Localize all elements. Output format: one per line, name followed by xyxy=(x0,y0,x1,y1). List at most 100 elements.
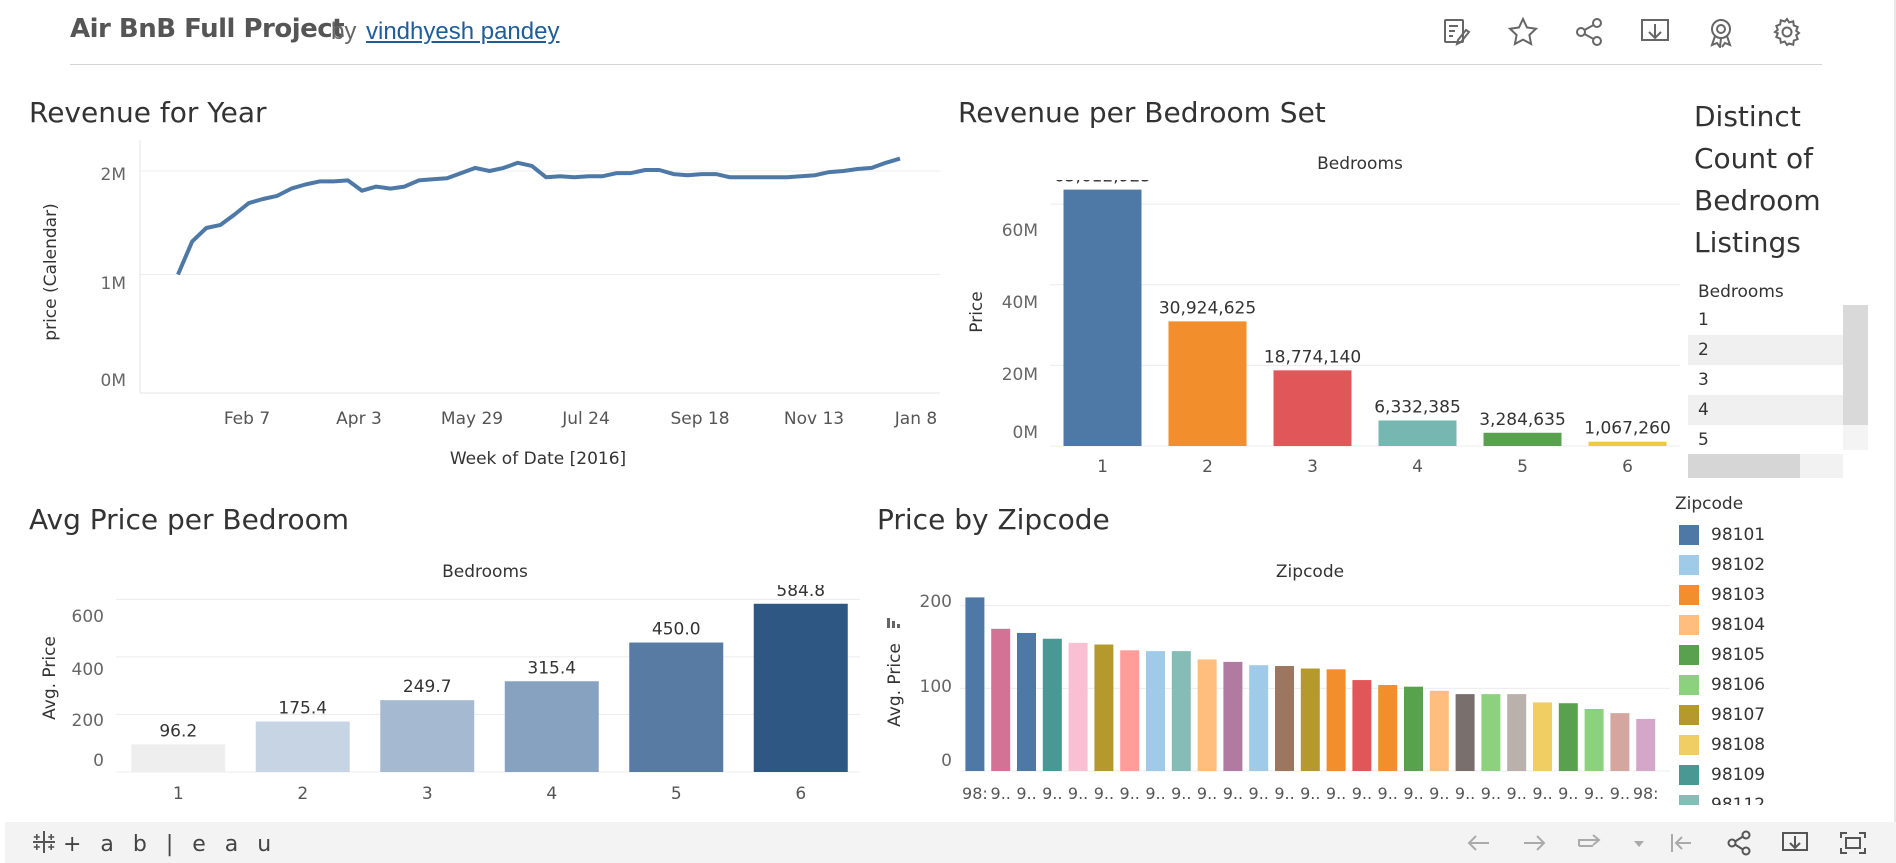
star-icon[interactable] xyxy=(1507,16,1539,48)
bar[interactable] xyxy=(629,642,724,772)
bar[interactable] xyxy=(1533,702,1552,771)
zipcode-legend[interactable]: 98101 98102 98103 98104 98105 98106 98107 98108… xyxy=(1677,520,1817,805)
bar[interactable] xyxy=(965,597,985,771)
download-icon[interactable] xyxy=(1639,16,1671,48)
scrollbar-thumb[interactable] xyxy=(1843,305,1868,425)
redo-icon[interactable] xyxy=(1520,830,1548,856)
avg-price-chart[interactable]: 600 400 200 0 Avg. Price 96.2 1 175.4 2 249.… xyxy=(0,585,860,810)
y-axis-title: price (Calendar) xyxy=(41,203,61,340)
bar[interactable] xyxy=(380,700,475,772)
x-tick-label: 4 xyxy=(1412,457,1423,477)
horizontal-scrollbar[interactable] xyxy=(1688,454,1843,478)
x-tick-label: 9.. xyxy=(1610,784,1630,803)
tableau-logo-icon xyxy=(31,829,57,860)
legend-item[interactable]: 98109 xyxy=(1677,760,1817,790)
bar[interactable] xyxy=(1429,690,1449,771)
bar[interactable] xyxy=(1063,189,1142,446)
bar[interactable] xyxy=(1168,321,1247,446)
share-icon[interactable] xyxy=(1725,830,1753,856)
bar[interactable] xyxy=(991,628,1011,771)
x-tick-label: 9.. xyxy=(1171,784,1191,803)
undo-icon[interactable] xyxy=(1465,830,1493,856)
bar[interactable] xyxy=(1042,638,1062,771)
bar[interactable] xyxy=(131,744,226,772)
y-tick-label: 20M xyxy=(1002,365,1038,385)
bar[interactable] xyxy=(1455,694,1475,771)
revenue-year-chart[interactable]: 2M 1M 0M Feb 7 Apr 3 May 29 Jul 24 Sep 1… xyxy=(0,140,950,480)
bar[interactable] xyxy=(1352,680,1372,771)
vertical-scrollbar[interactable] xyxy=(1843,305,1868,450)
x-tick-label: 9.. xyxy=(1223,784,1243,803)
gear-icon[interactable] xyxy=(1771,16,1803,48)
bar[interactable] xyxy=(1404,686,1423,771)
avg-price-column-header: Bedrooms xyxy=(442,562,528,582)
award-icon[interactable] xyxy=(1705,16,1737,50)
list-item[interactable]: 2 xyxy=(1688,335,1844,365)
distinct-list[interactable]: 1 2 3 4 5 xyxy=(1688,305,1844,450)
bar[interactable] xyxy=(1378,685,1398,771)
reset-icon[interactable] xyxy=(1667,830,1695,856)
bar[interactable] xyxy=(1068,642,1088,771)
y-tick-label: 0M xyxy=(1013,423,1038,443)
zipcode-chart[interactable]: 200 100 0 Avg. Price 98: 9.. 9.. 9.. 9.. 9.. 9… xyxy=(870,585,1670,810)
bar[interactable] xyxy=(1275,666,1294,771)
bar[interactable] xyxy=(753,603,848,772)
bar[interactable] xyxy=(1558,703,1578,771)
download-icon[interactable] xyxy=(1781,830,1809,856)
bar[interactable] xyxy=(1120,650,1140,771)
fullscreen-icon[interactable] xyxy=(1839,830,1867,856)
bar[interactable] xyxy=(1146,651,1165,771)
line-gridlines xyxy=(140,170,940,276)
revenue-bedroom-chart[interactable]: 60M 40M 20M 0M Price 63,612,925 1 30,924,6… xyxy=(950,180,1680,480)
bar[interactable] xyxy=(1326,669,1346,771)
legend-item[interactable]: 98112 xyxy=(1677,790,1817,805)
x-tick-label: 5 xyxy=(1517,457,1528,477)
bar[interactable] xyxy=(1094,644,1114,771)
bar-value-label: 18,774,140 xyxy=(1264,347,1361,367)
bar[interactable] xyxy=(1481,694,1501,771)
tableau-logo[interactable]: + a b | e a u xyxy=(31,829,277,860)
bar[interactable] xyxy=(1197,659,1217,771)
x-tick-label: 4 xyxy=(546,784,557,804)
legend-item[interactable]: 98106 xyxy=(1677,670,1817,700)
x-axis-title: Week of Date [2016] xyxy=(450,449,626,469)
scrollbar-thumb[interactable] xyxy=(1688,454,1800,478)
bar[interactable] xyxy=(1610,713,1630,771)
legend-item[interactable]: 98107 xyxy=(1677,700,1817,730)
list-item[interactable]: 1 xyxy=(1688,305,1844,335)
list-item[interactable]: 5 xyxy=(1688,425,1844,450)
legend-swatch xyxy=(1679,705,1699,725)
revert-icon[interactable] xyxy=(1575,830,1603,856)
bar[interactable] xyxy=(1017,632,1036,771)
revenue-series-line[interactable] xyxy=(176,156,901,276)
bar[interactable] xyxy=(1584,709,1604,771)
bar[interactable] xyxy=(1636,718,1656,771)
revert-menu-icon[interactable] xyxy=(1625,830,1653,856)
y-axis-title: Avg. Price xyxy=(885,643,905,727)
list-item[interactable]: 3 xyxy=(1688,365,1844,395)
bar[interactable] xyxy=(1300,668,1320,771)
x-tick-label: 1 xyxy=(173,784,184,804)
bar[interactable] xyxy=(1378,420,1457,446)
author-link[interactable]: vindhyesh pandey xyxy=(366,18,559,46)
bar[interactable] xyxy=(1171,651,1191,771)
bar[interactable] xyxy=(1273,370,1352,446)
legend-item[interactable]: 98105 xyxy=(1677,640,1817,670)
legend-item[interactable]: 98101 xyxy=(1677,520,1817,550)
bar[interactable] xyxy=(1249,665,1269,771)
bar[interactable] xyxy=(1223,661,1243,771)
legend-item[interactable]: 98104 xyxy=(1677,610,1817,640)
edit-icon[interactable] xyxy=(1441,16,1473,48)
sort-icon[interactable] xyxy=(887,618,900,628)
bar[interactable] xyxy=(504,681,599,772)
share-icon[interactable] xyxy=(1573,16,1605,48)
legend-item[interactable]: 98103 xyxy=(1677,580,1817,610)
legend-item[interactable]: 98102 xyxy=(1677,550,1817,580)
bar[interactable] xyxy=(1588,441,1667,446)
bar[interactable] xyxy=(1483,432,1562,446)
bar[interactable] xyxy=(1507,694,1527,771)
list-item[interactable]: 4 xyxy=(1688,395,1844,425)
legend-item[interactable]: 98108 xyxy=(1677,730,1817,760)
x-tick-label: 2 xyxy=(297,784,308,804)
bar[interactable] xyxy=(255,721,350,772)
